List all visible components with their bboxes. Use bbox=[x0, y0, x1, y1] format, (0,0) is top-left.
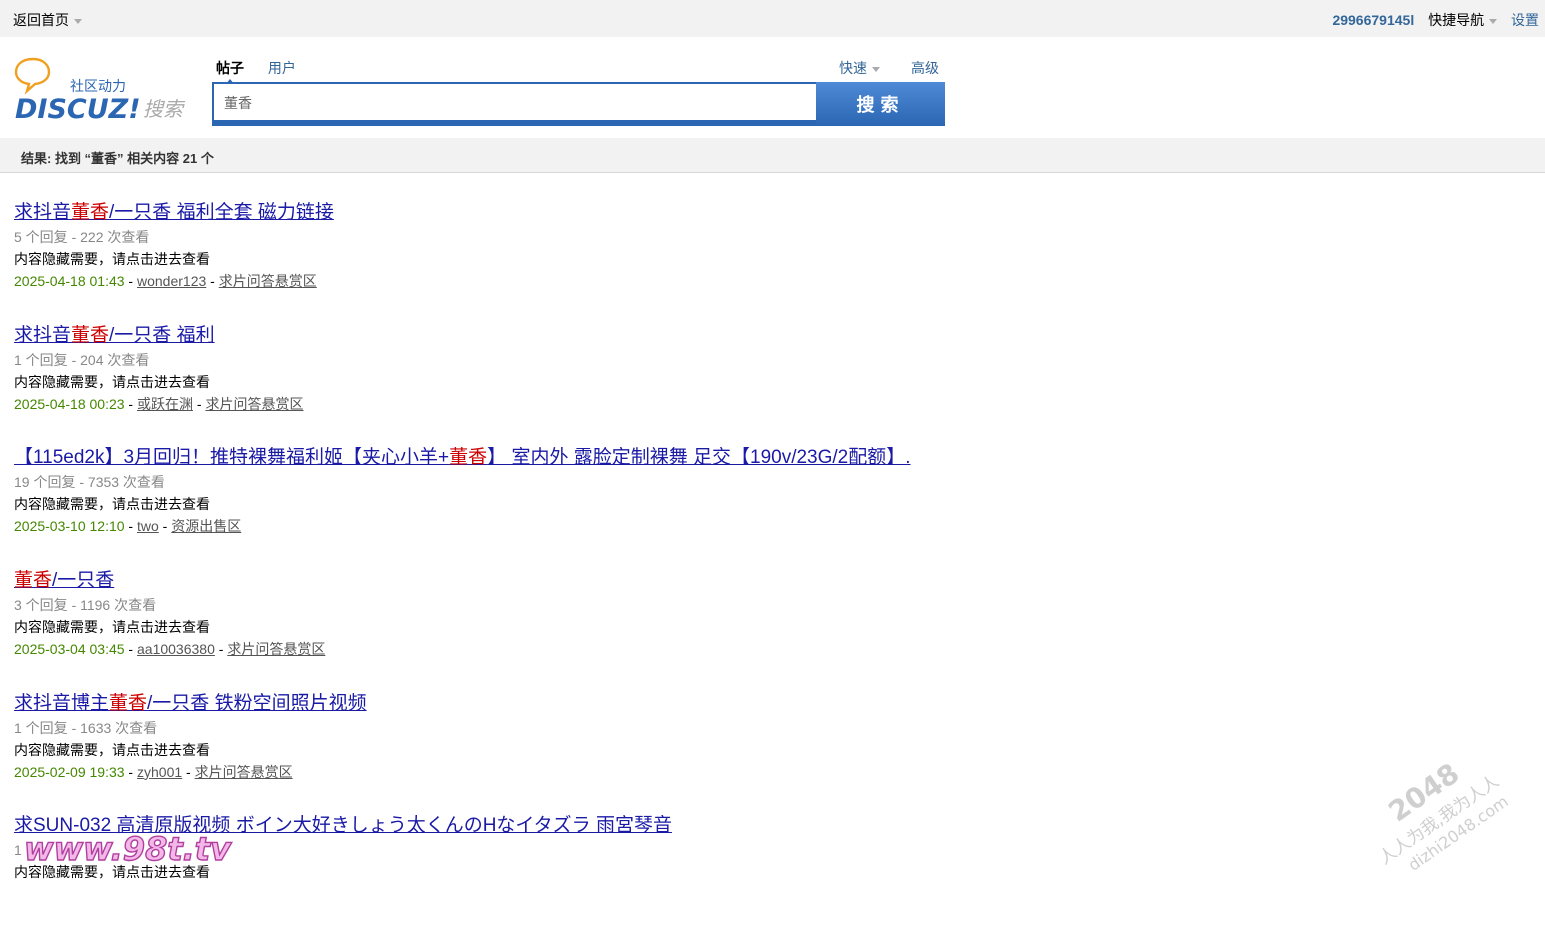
search-tabs: 帖子 用户 bbox=[216, 58, 296, 78]
advanced-search-link[interactable]: 高级 bbox=[911, 58, 939, 78]
result-title-text: /一只香 福利 bbox=[109, 324, 215, 346]
result-info: 2025-04-18 00:23 - 或跃在渊 - 求片问答悬赏区 bbox=[14, 395, 304, 412]
result-title-highlight: 董香 bbox=[449, 447, 488, 469]
quick-nav-label: 快捷导航 bbox=[1428, 12, 1485, 28]
site-98-watermark: www.98t.tv bbox=[23, 829, 232, 868]
result-title-text: /一只香 福利全套 磁力链接 bbox=[109, 202, 334, 223]
result-forum-link[interactable]: 求片问答悬赏区 bbox=[227, 641, 325, 657]
result-item: 求抖音董香/一只香 福利 1 个回复 - 204 次查看内容隐藏需要，请点击进去查… bbox=[14, 323, 1514, 446]
result-description: 内容隐藏需要，请点击进去查看 bbox=[14, 619, 210, 636]
quick-nav-menu[interactable]: 快捷导航 bbox=[1428, 12, 1498, 28]
result-date: 2025-03-04 03:45 bbox=[14, 641, 125, 658]
result-item: 求抖音董香/一只香 福利全套 磁力链接 5 个回复 - 222 次查看内容隐藏需要… bbox=[14, 200, 1514, 323]
result-author-link[interactable]: zyh001 bbox=[137, 764, 182, 780]
result-forum-link[interactable]: 求片问答悬赏区 bbox=[195, 764, 293, 780]
search-input[interactable] bbox=[222, 85, 816, 121]
discuz-search-logo[interactable]: 社区动力 DISCUZ! 搜索 bbox=[13, 56, 193, 122]
user-id-link[interactable]: 2996679145l bbox=[1332, 12, 1414, 28]
fast-search-menu[interactable]: 快速 bbox=[839, 58, 880, 78]
logo-tagline: 社区动力 bbox=[70, 79, 126, 95]
top-bar-right: 2996679145l 快捷导航 设置 bbox=[1332, 10, 1539, 30]
settings-link[interactable]: 设置 bbox=[1511, 12, 1539, 28]
result-title-link[interactable]: 求抖音董香/一只香 福利全套 磁力链接 bbox=[14, 200, 334, 226]
result-stats: 1 个回复 - 1633 次查看 bbox=[14, 719, 158, 736]
result-item: 董香/一只香 3 个回复 - 1196 次查看内容隐藏需要，请点击进去查看 2025… bbox=[14, 568, 1514, 691]
result-author-link[interactable]: 或跃在渊 bbox=[137, 396, 193, 412]
tab-users[interactable]: 用户 bbox=[268, 60, 296, 76]
result-description: 内容隐藏需要，请点击进去查看 bbox=[14, 741, 210, 758]
result-title-text: 求抖音博主 bbox=[14, 692, 110, 714]
result-date: 2025-02-09 19:33 bbox=[14, 763, 125, 780]
result-title-link[interactable]: 董香/一只香 bbox=[14, 568, 114, 594]
result-forum-link[interactable]: 资源出售区 bbox=[171, 518, 241, 534]
result-stats: 19 个回复 - 7353 次查看 bbox=[14, 474, 165, 491]
result-info: 2025-04-18 01:43 - wonder123 - 求片问答悬赏区 bbox=[14, 273, 317, 289]
chevron-down-icon bbox=[1489, 18, 1498, 24]
top-bar: 返回首页 2996679145l 快捷导航 设置 bbox=[0, 0, 1545, 37]
result-stats: 5 个回复 - 222 次查看 bbox=[14, 229, 150, 245]
result-title-text: 【115ed2k】3月回归！推特裸舞福利姬【夹心小羊+ bbox=[14, 447, 450, 469]
result-info: 2025-03-04 03:45 - aa10036380 - 求片问答悬赏区 bbox=[14, 641, 326, 658]
result-author-link[interactable]: wonder123 bbox=[137, 273, 206, 289]
result-item: 求抖音博主董香/一只香 铁粉空间照片视频 1 个回复 - 1633 次查看内容隐藏… bbox=[14, 691, 1514, 814]
speech-bubble-icon bbox=[14, 57, 51, 95]
result-date: 2025-04-18 00:23 bbox=[14, 395, 125, 412]
search-box bbox=[212, 82, 816, 122]
chevron-down-icon bbox=[872, 66, 880, 72]
site-2048-watermark: 2048 人人为我,我为人人 dizhi2048.com bbox=[1376, 757, 1512, 870]
home-link-label: 返回首页 bbox=[13, 12, 69, 28]
result-author-link[interactable]: aa10036380 bbox=[137, 641, 215, 657]
result-item: 【115ed2k】3月回归！推特裸舞福利姬【夹心小羊+董香】 室内外 露脸定制裸… bbox=[14, 445, 1514, 568]
result-info: 2025-02-09 19:33 - zyh001 - 求片问答悬赏区 bbox=[14, 763, 293, 780]
search-button[interactable]: 搜索 bbox=[816, 82, 945, 126]
result-stats: 3 个回复 - 1196 次查看 bbox=[14, 597, 157, 614]
result-title-text: 】 室内外 露脸定制裸舞 足交【190v/23G/2配额】. bbox=[487, 447, 911, 469]
result-forum-link[interactable]: 求片问答悬赏区 bbox=[219, 273, 317, 289]
result-summary-bar: 结果: 找到 “董香” 相关内容 21 个 bbox=[0, 138, 1545, 173]
result-title-highlight: 董香 bbox=[71, 202, 110, 223]
result-title-link[interactable]: 【115ed2k】3月回归！推特裸舞福利姬【夹心小羊+董香】 室内外 露脸定制裸… bbox=[14, 445, 911, 471]
result-info: 2025-03-10 12:10 - two - 资源出售区 bbox=[14, 518, 242, 535]
result-description: 内容隐藏需要，请点击进去查看 bbox=[14, 251, 210, 267]
result-forum-link[interactable]: 求片问答悬赏区 bbox=[205, 396, 303, 412]
result-title-highlight: 董香 bbox=[71, 324, 110, 346]
result-description: 内容隐藏需要，请点击进去查看 bbox=[14, 496, 210, 513]
result-title-text: 求抖音 bbox=[14, 324, 72, 346]
result-title-text: /一只香 铁粉空间照片视频 bbox=[147, 692, 367, 714]
result-date: 2025-03-10 12:10 bbox=[14, 518, 125, 535]
search-box-underline bbox=[212, 122, 816, 126]
result-title-link[interactable]: 求抖音博主董香/一只香 铁粉空间照片视频 bbox=[14, 691, 367, 717]
result-title-text: /一只香 bbox=[52, 570, 115, 592]
tab-posts[interactable]: 帖子 bbox=[216, 60, 244, 76]
result-author-link[interactable]: two bbox=[137, 518, 159, 534]
result-description: 内容隐藏需要，请点击进去查看 bbox=[14, 373, 210, 390]
result-date: 2025-04-18 01:43 bbox=[14, 273, 125, 289]
result-stats: 1 个回复 - 204 次查看 bbox=[14, 351, 150, 368]
chevron-down-icon bbox=[74, 18, 82, 24]
result-summary: 结果: 找到 “董香” 相关内容 21 个 bbox=[21, 151, 214, 166]
logo-search-word: 搜索 bbox=[143, 97, 186, 121]
watermark-98-text: www.98t.tv bbox=[24, 830, 232, 868]
result-title-text: 求抖音 bbox=[14, 202, 72, 223]
home-link[interactable]: 返回首页 bbox=[13, 10, 82, 30]
result-title-highlight: 董香 bbox=[14, 570, 53, 592]
result-title-link[interactable]: 求抖音董香/一只香 福利 bbox=[14, 323, 215, 349]
logo-brand: DISCUZ! bbox=[15, 94, 141, 122]
result-title-highlight: 董香 bbox=[109, 692, 148, 714]
fast-search-label: 快速 bbox=[839, 60, 867, 76]
